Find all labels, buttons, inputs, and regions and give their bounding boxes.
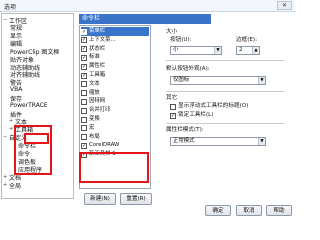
commandbar-label: 变换 bbox=[89, 116, 100, 122]
expander-icon[interactable]: + bbox=[3, 173, 7, 181]
commandbar-label: 宏 bbox=[89, 124, 95, 131]
border-value: 2 bbox=[239, 47, 243, 53]
expander-icon[interactable]: − bbox=[3, 133, 7, 141]
panel-heading: 命令栏 bbox=[79, 14, 211, 24]
check-icon: ✓ bbox=[82, 142, 87, 149]
tree-item-9[interactable]: VBA bbox=[10, 86, 22, 93]
default-appearance-select[interactable]: 仅图标 ▼ bbox=[170, 76, 266, 85]
check-icon: ✓ bbox=[171, 113, 176, 119]
commandbar-label: 状态栏 bbox=[89, 45, 106, 52]
commandbar-row[interactable]: 变换 bbox=[81, 115, 149, 124]
lock-toolbar-checkbox[interactable]: ✓ bbox=[170, 113, 176, 119]
check-icon: ✓ bbox=[82, 54, 87, 61]
separator bbox=[166, 123, 284, 124]
reset-commandbar-button[interactable]: 重置(R) bbox=[120, 193, 152, 205]
show-title-label: 显示浮动式工具栏的标题(O) bbox=[178, 103, 249, 109]
tree-item-11[interactable]: PowerTRACE bbox=[10, 102, 48, 109]
commandbar-checkbox[interactable] bbox=[81, 81, 87, 88]
expander-icon[interactable]: + bbox=[3, 181, 7, 189]
commandbar-label: 因特网 bbox=[89, 98, 106, 105]
commandbar-row[interactable]: 文本 bbox=[81, 80, 149, 89]
commandbar-checkbox[interactable] bbox=[81, 90, 87, 97]
cancel-button[interactable]: 取消 bbox=[236, 205, 262, 216]
size-label: 大小 bbox=[166, 29, 178, 35]
commandbar-label: 标准 bbox=[89, 54, 100, 61]
chevron-down-icon: ▼ bbox=[214, 47, 221, 54]
chevron-down-icon: ▼ bbox=[258, 138, 265, 145]
commandbar-row[interactable]: 缩放 bbox=[81, 89, 149, 98]
commandbar-checkbox[interactable]: ✓ bbox=[81, 72, 87, 79]
commandbar-checkbox[interactable] bbox=[81, 107, 87, 114]
commandbar-row[interactable]: ✓ CorelDRAW bbox=[81, 141, 149, 150]
commandbar-label: 新工具栏 1 bbox=[89, 151, 116, 158]
attr-mode-value: 正常模式 bbox=[173, 138, 195, 144]
commandbar-checkbox[interactable]: ✓ bbox=[81, 54, 87, 61]
commandbar-row[interactable]: ✓ 上下文菜... bbox=[81, 36, 149, 45]
commandbar-row[interactable]: 合并打印 bbox=[81, 106, 149, 115]
commandbar-checkbox[interactable] bbox=[81, 134, 87, 141]
expander-icon[interactable]: + bbox=[9, 125, 13, 133]
commandbar-row[interactable]: 宏 bbox=[81, 124, 149, 133]
commandbar-label: 工具箱 bbox=[89, 72, 106, 78]
commandbar-row[interactable]: ✓ 菜单栏 bbox=[81, 27, 149, 36]
close-button[interactable]: ✕ bbox=[277, 1, 292, 10]
commandbar-label: CorelDRAW bbox=[89, 142, 120, 149]
commandbar-label: 文本 bbox=[89, 80, 100, 87]
attr-mode-label: 属性栏模式(T): bbox=[166, 127, 204, 133]
commandbar-row[interactable]: ✓ 工具箱 bbox=[81, 71, 149, 80]
separator bbox=[166, 91, 284, 92]
attr-mode-select[interactable]: 正常模式 ▼ bbox=[170, 137, 266, 146]
commandbar-checkbox[interactable] bbox=[81, 98, 87, 105]
commandbar-label: 属性栏 bbox=[89, 63, 106, 70]
commandbar-checkbox[interactable]: ✓ bbox=[81, 142, 87, 149]
help-button[interactable]: 帮助 bbox=[266, 205, 292, 216]
new-commandbar-button[interactable]: 新建(N) bbox=[84, 193, 116, 205]
commandbar-checkbox[interactable]: ✓ bbox=[81, 63, 87, 70]
commandbar-row[interactable]: ✓ 属性栏 bbox=[81, 62, 149, 71]
check-icon: ✓ bbox=[82, 151, 87, 158]
tree-item-21[interactable]: 全局 bbox=[9, 181, 21, 190]
expander-icon[interactable]: − bbox=[3, 16, 7, 24]
button-size-value: 小 bbox=[173, 47, 179, 53]
lock-toolbar-label: 锁定工具栏(L) bbox=[178, 112, 214, 118]
expander-icon[interactable]: + bbox=[9, 117, 13, 125]
border-label: 边框(E): bbox=[236, 37, 257, 43]
commandbar-label: 合并打印 bbox=[89, 107, 111, 114]
commandbar-checkbox[interactable]: ✓ bbox=[81, 151, 87, 158]
commandbar-checkbox[interactable] bbox=[81, 116, 87, 123]
default-appearance-value: 仅图标 bbox=[173, 77, 190, 83]
check-icon: ✓ bbox=[82, 63, 87, 70]
chevron-down-icon: ▼ bbox=[258, 77, 265, 84]
check-icon: ✓ bbox=[82, 28, 87, 35]
separator bbox=[166, 60, 284, 61]
button-size-label: 按钮(U): bbox=[170, 37, 192, 43]
check-icon: ✓ bbox=[82, 72, 87, 79]
commandbar-row[interactable]: ✓ 状态栏 bbox=[81, 45, 149, 54]
tree-item-19[interactable]: 应用程序 bbox=[18, 165, 42, 174]
commandbar-label: 缩放 bbox=[89, 89, 100, 96]
commandbar-checkbox[interactable]: ✓ bbox=[81, 46, 87, 53]
close-icon: ✕ bbox=[281, 2, 288, 9]
commandbar-checkbox[interactable] bbox=[81, 125, 87, 132]
stepper-icon: ▲ bbox=[252, 47, 259, 54]
border-stepper[interactable]: 2 ▲ bbox=[236, 46, 260, 55]
button-size-select[interactable]: 小 ▼ bbox=[170, 46, 222, 55]
commandbar-label: 菜单栏 bbox=[89, 28, 106, 34]
window-title: 选项 bbox=[4, 4, 17, 11]
commandbar-checkbox[interactable]: ✓ bbox=[81, 37, 87, 44]
show-title-checkbox[interactable] bbox=[170, 104, 176, 110]
check-icon: ✓ bbox=[82, 37, 87, 44]
commandbar-row[interactable]: 因特网 bbox=[81, 97, 149, 106]
commandbar-checkbox[interactable]: ✓ bbox=[81, 28, 87, 35]
other-label: 其它 bbox=[166, 95, 178, 101]
commandbar-label: 布局 bbox=[89, 133, 100, 140]
check-icon: ✓ bbox=[82, 46, 87, 53]
commandbar-row[interactable]: ✓ 标准 bbox=[81, 53, 149, 62]
ok-button[interactable]: 确定 bbox=[205, 205, 231, 216]
commandbar-row[interactable]: 布局 bbox=[81, 133, 149, 142]
default-appearance-label: 默认按钮外观(A): bbox=[166, 66, 210, 72]
commandbar-label: 上下文菜... bbox=[89, 36, 116, 43]
commandbar-row[interactable]: ✓ 新工具栏 1 bbox=[81, 150, 149, 159]
title-bar: 选项 bbox=[0, 0, 295, 12]
